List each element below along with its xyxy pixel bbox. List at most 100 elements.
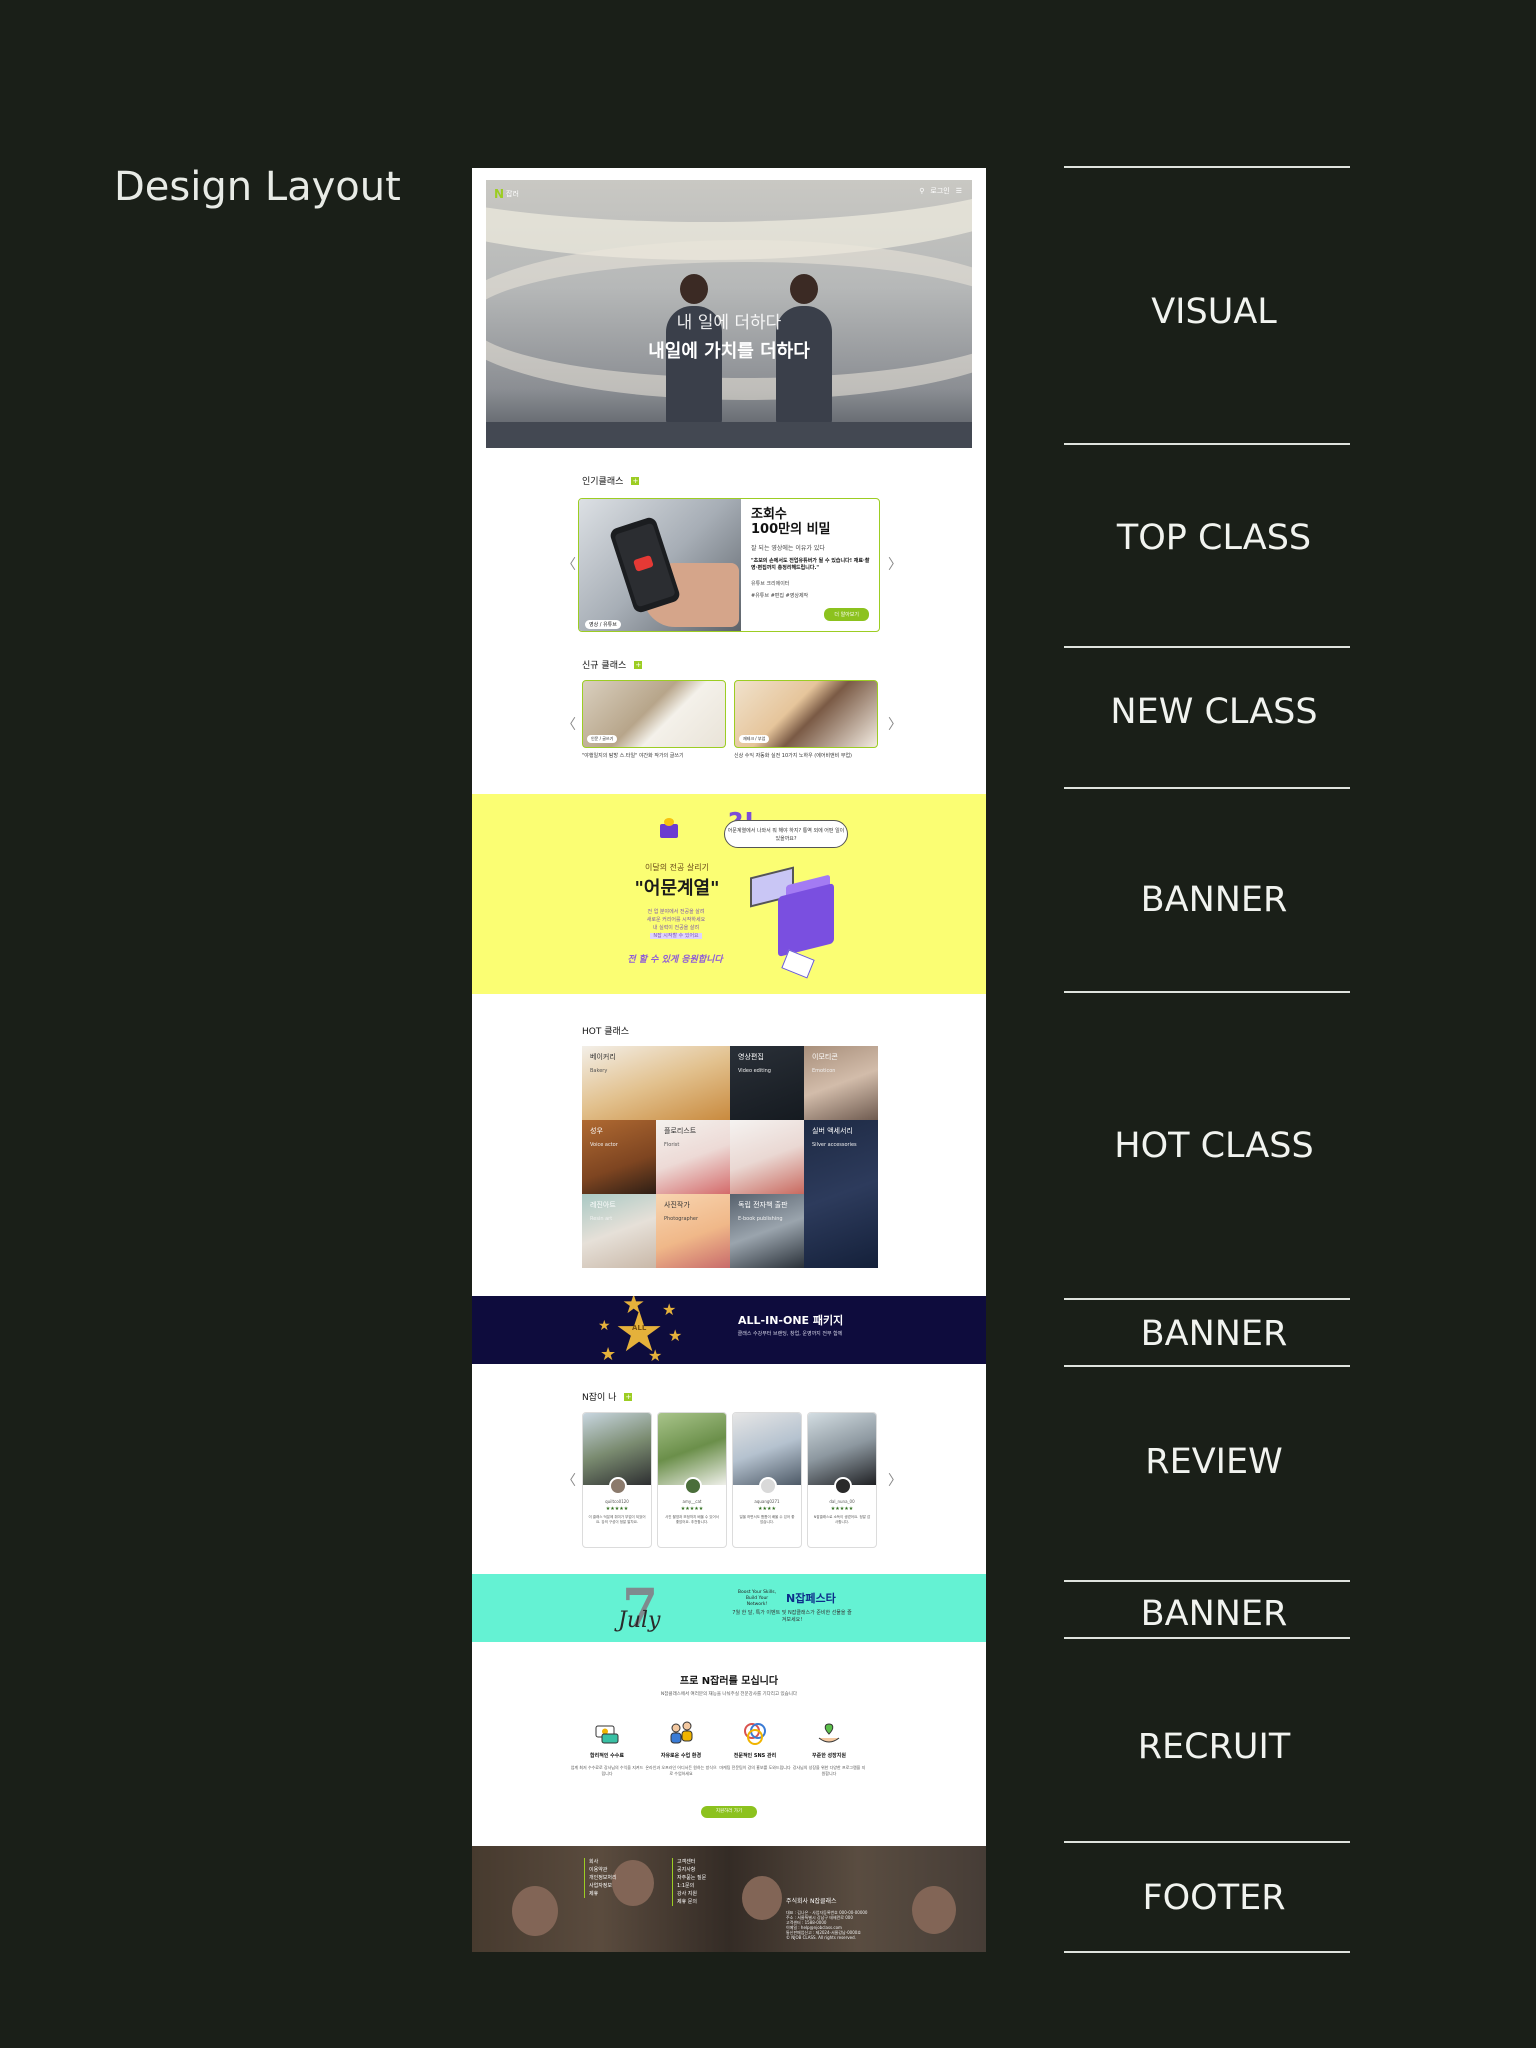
play-icon	[633, 554, 654, 572]
search-icon[interactable]: ⚲	[919, 187, 924, 195]
hot-class-item[interactable]: 플로리스트 Florist	[656, 1120, 730, 1194]
section-divider	[1064, 646, 1350, 648]
footer: 회사 이용약관 개인정보처리 사업자정보 제휴 고객센터 공지사항 자주묻는 질…	[472, 1846, 986, 1952]
card-heading: 조회수 100만의 비밀	[751, 507, 831, 537]
next-arrow-icon[interactable]: 〉	[888, 1470, 902, 1490]
section-divider	[1064, 1365, 1350, 1367]
banner-title: ALL-IN-ONE 패키지	[738, 1314, 844, 1327]
banner-small-title: 이달의 전공 살리기	[645, 863, 709, 872]
section-divider	[1064, 443, 1350, 445]
avatar	[684, 1477, 702, 1495]
banner-festa[interactable]: 7 July Boost Your Skills, Build Your Net…	[472, 1574, 986, 1642]
recruit-subtitle: N잡클래스에서 여러분의 재능을 나눠주실 전문강사를 기다리고 있습니다	[660, 1692, 798, 1697]
card-tags: #유튜브 #편집 #영상제작	[751, 593, 809, 599]
recruit-item: 합리적인 수수료 업계 최저 수수료로 강사님의 수익을 지켜드립니다	[570, 1720, 644, 1777]
review-title: N잡이 나 +	[582, 1392, 633, 1403]
banner-big-title: "어문계열"	[634, 878, 720, 899]
section-divider	[1064, 1580, 1350, 1582]
company-info: 대표 : 김나은 · 사업자등록번호 000-00-00000 주소 : 서울특…	[786, 1910, 868, 1940]
login-link[interactable]: 로그인	[930, 186, 949, 196]
banner-description: 클래스 수강부터 브랜딩, 창업, 운영까지 전부 함께	[737, 1331, 843, 1337]
paper-illustration	[781, 949, 815, 979]
prev-arrow-icon[interactable]: 〈	[562, 1470, 576, 1490]
hot-class-grid: 베이커리 Bakery 영상편집 Video editing 이모티콘 Emotico…	[582, 1046, 878, 1268]
hot-class-item[interactable]: 독립 전자책 출판 E-book publishing	[730, 1194, 804, 1268]
more-info-button[interactable]: 더 알아보기	[824, 608, 869, 621]
avatar	[834, 1477, 852, 1495]
ground-strip	[486, 422, 972, 448]
hot-class-item[interactable]: 영상편집 Video editing	[730, 1046, 804, 1120]
header-utility: ⚲ 로그인 ☰	[919, 186, 962, 196]
hot-class-item[interactable]: 이모티콘 Emoticon	[804, 1046, 878, 1120]
banner-major[interactable]: 이달의 전공 살리기 "어문계열" 전 업 분야에서 전공을 살려 새로운 커리…	[472, 794, 986, 994]
graduation-cap-icon	[664, 818, 674, 826]
phone-image	[608, 515, 682, 615]
top-class-card[interactable]: 영상 / 유튜브 조회수 100만의 비밀 잘 되는 영상에는 이유가 있다 "초…	[578, 498, 880, 632]
review-card[interactable]: dal_nuna_00 ★★★★★ N잡클래스로 소득이 생겼어요. 정말 감사…	[807, 1412, 877, 1548]
rating-stars: ★★★★★	[830, 1506, 854, 1512]
hot-class-item[interactable]: 베이커리 Bakery	[582, 1046, 730, 1120]
prev-arrow-icon[interactable]: 〈	[562, 554, 576, 574]
recruit-item: 자유로운 수업 환경 온라인과 오프라인 어디서든 원하는 방식으로 수업하세요	[644, 1720, 718, 1777]
section-label-banner: BANNER	[1140, 880, 1288, 920]
top-class-title: 인기클래스 +	[582, 476, 640, 487]
section-divider	[1064, 1637, 1350, 1639]
hot-class-photo	[730, 1120, 804, 1194]
rating-stars: ★★★★★	[605, 1506, 629, 1512]
card-quote: "초보의 손에서도 전업유튜버가 될 수 있습니다! 재료·촬영·편집까지 총정…	[751, 558, 870, 571]
card-instructor: 유튜브 크리에이터	[751, 581, 790, 587]
footer-menu-company: 회사 이용약관 개인정보처리 사업자정보 제휴	[584, 1858, 617, 1898]
avatar	[609, 1477, 627, 1495]
hot-class-item[interactable]: 사진작가 Photographer	[656, 1194, 730, 1268]
more-button[interactable]: +	[624, 1392, 633, 1401]
company-name: 주식회사 N잡클래스	[786, 1898, 837, 1905]
new-class-caption: "야행일지의 탐방 스.타일" 야간화 작가의 글쓰기	[582, 753, 684, 759]
banner-title: N잡페스타	[786, 1592, 836, 1605]
hot-class-item[interactable]: 실버 액세서리 Silver accessories	[804, 1120, 878, 1268]
more-button[interactable]: +	[631, 476, 640, 485]
sns-icon	[741, 1720, 769, 1746]
design-preview: N 잡러 ⚲ 로그인 ☰ 내 일에 더하다 내일에 가치를 더하다 인기클래스 …	[472, 168, 986, 1952]
all-badge: ALL	[632, 1324, 647, 1332]
next-arrow-icon[interactable]: 〉	[888, 714, 902, 734]
section-divider	[1064, 991, 1350, 993]
next-arrow-icon[interactable]: 〉	[888, 554, 902, 574]
section-divider	[1064, 166, 1350, 168]
visual-headline-1: 내 일에 더하다	[676, 313, 782, 333]
more-button[interactable]: +	[634, 660, 643, 669]
card-subtitle: 잘 되는 영상에는 이유가 있다	[751, 545, 825, 552]
footer-menu-support: 고객센터 공지사항 자주묻는 질문 1:1문의 강사 지원 제휴 문의	[672, 1858, 706, 1906]
review-photo	[808, 1413, 876, 1485]
new-class-card[interactable]: 인문 / 글쓰기	[582, 680, 726, 748]
banner-slogan: 전 할 수 있게 응원합니다	[627, 955, 723, 965]
section-divider	[1064, 1951, 1350, 1953]
section-divider	[1064, 1841, 1350, 1843]
section-label-recruit: RECRUIT	[1137, 1727, 1291, 1767]
books-illustration	[778, 883, 834, 957]
category-tag: 재테크 / 부업	[739, 735, 770, 743]
review-photo	[658, 1413, 726, 1485]
banner-tagline: Boost Your Skills, Build Your Network!	[737, 1590, 777, 1607]
banner-all-in-one[interactable]: ★ ★ ★ ★ ★ ★ ★ ALL ALL-IN-ONE 패키지 클래스 수강부…	[472, 1296, 986, 1364]
review-photo	[583, 1413, 651, 1485]
section-label-banner: BANNER	[1140, 1314, 1288, 1354]
prev-arrow-icon[interactable]: 〈	[562, 714, 576, 734]
menu-icon[interactable]: ☰	[956, 187, 962, 195]
review-card[interactable]: amy__cat ★★★★★ 사진 촬영과 보정까지 배울 수 있어서 좋았어요…	[657, 1412, 727, 1548]
recruit-item: 꾸준한 성장지원 강사님의 성장을 위한 다양한 프로그램을 지원합니다	[792, 1720, 866, 1777]
star-icon: ★	[598, 1318, 611, 1334]
review-card[interactable]: quiltco0120 ★★★★★ 이 클래스 덕분에 취미가 부업이 되었어요…	[582, 1412, 652, 1548]
banner-description: 전 업 분야에서 전공을 살려 새로운 커리어를 시작하세요 내 실력이 전공을…	[646, 909, 706, 939]
section-label-top-class: TOP CLASS	[1116, 518, 1312, 558]
apply-button[interactable]: 지원하러 가기	[701, 1806, 757, 1818]
review-card[interactable]: aquang0271 ★★★★ 일을 하면서도 틈틈이 배울 수 있어 좋았습니…	[732, 1412, 802, 1548]
visual-section: N 잡러 ⚲ 로그인 ☰ 내 일에 더하다 내일에 가치를 더하다	[486, 180, 972, 448]
hot-class-pair: 성우 Voice actor 플로리스트 Florist	[582, 1120, 730, 1194]
hot-class-item[interactable]: 성우 Voice actor	[582, 1120, 656, 1194]
hot-class-item[interactable]: 레진아트 Resin art	[582, 1194, 656, 1268]
recruit-title: 프로 N잡러를 모십니다	[679, 1676, 779, 1687]
category-tag: 인문 / 글쓰기	[587, 735, 618, 743]
new-class-card[interactable]: 재테크 / 부업	[734, 680, 878, 748]
section-divider	[1064, 1298, 1350, 1300]
logo[interactable]: N 잡러	[494, 186, 520, 202]
